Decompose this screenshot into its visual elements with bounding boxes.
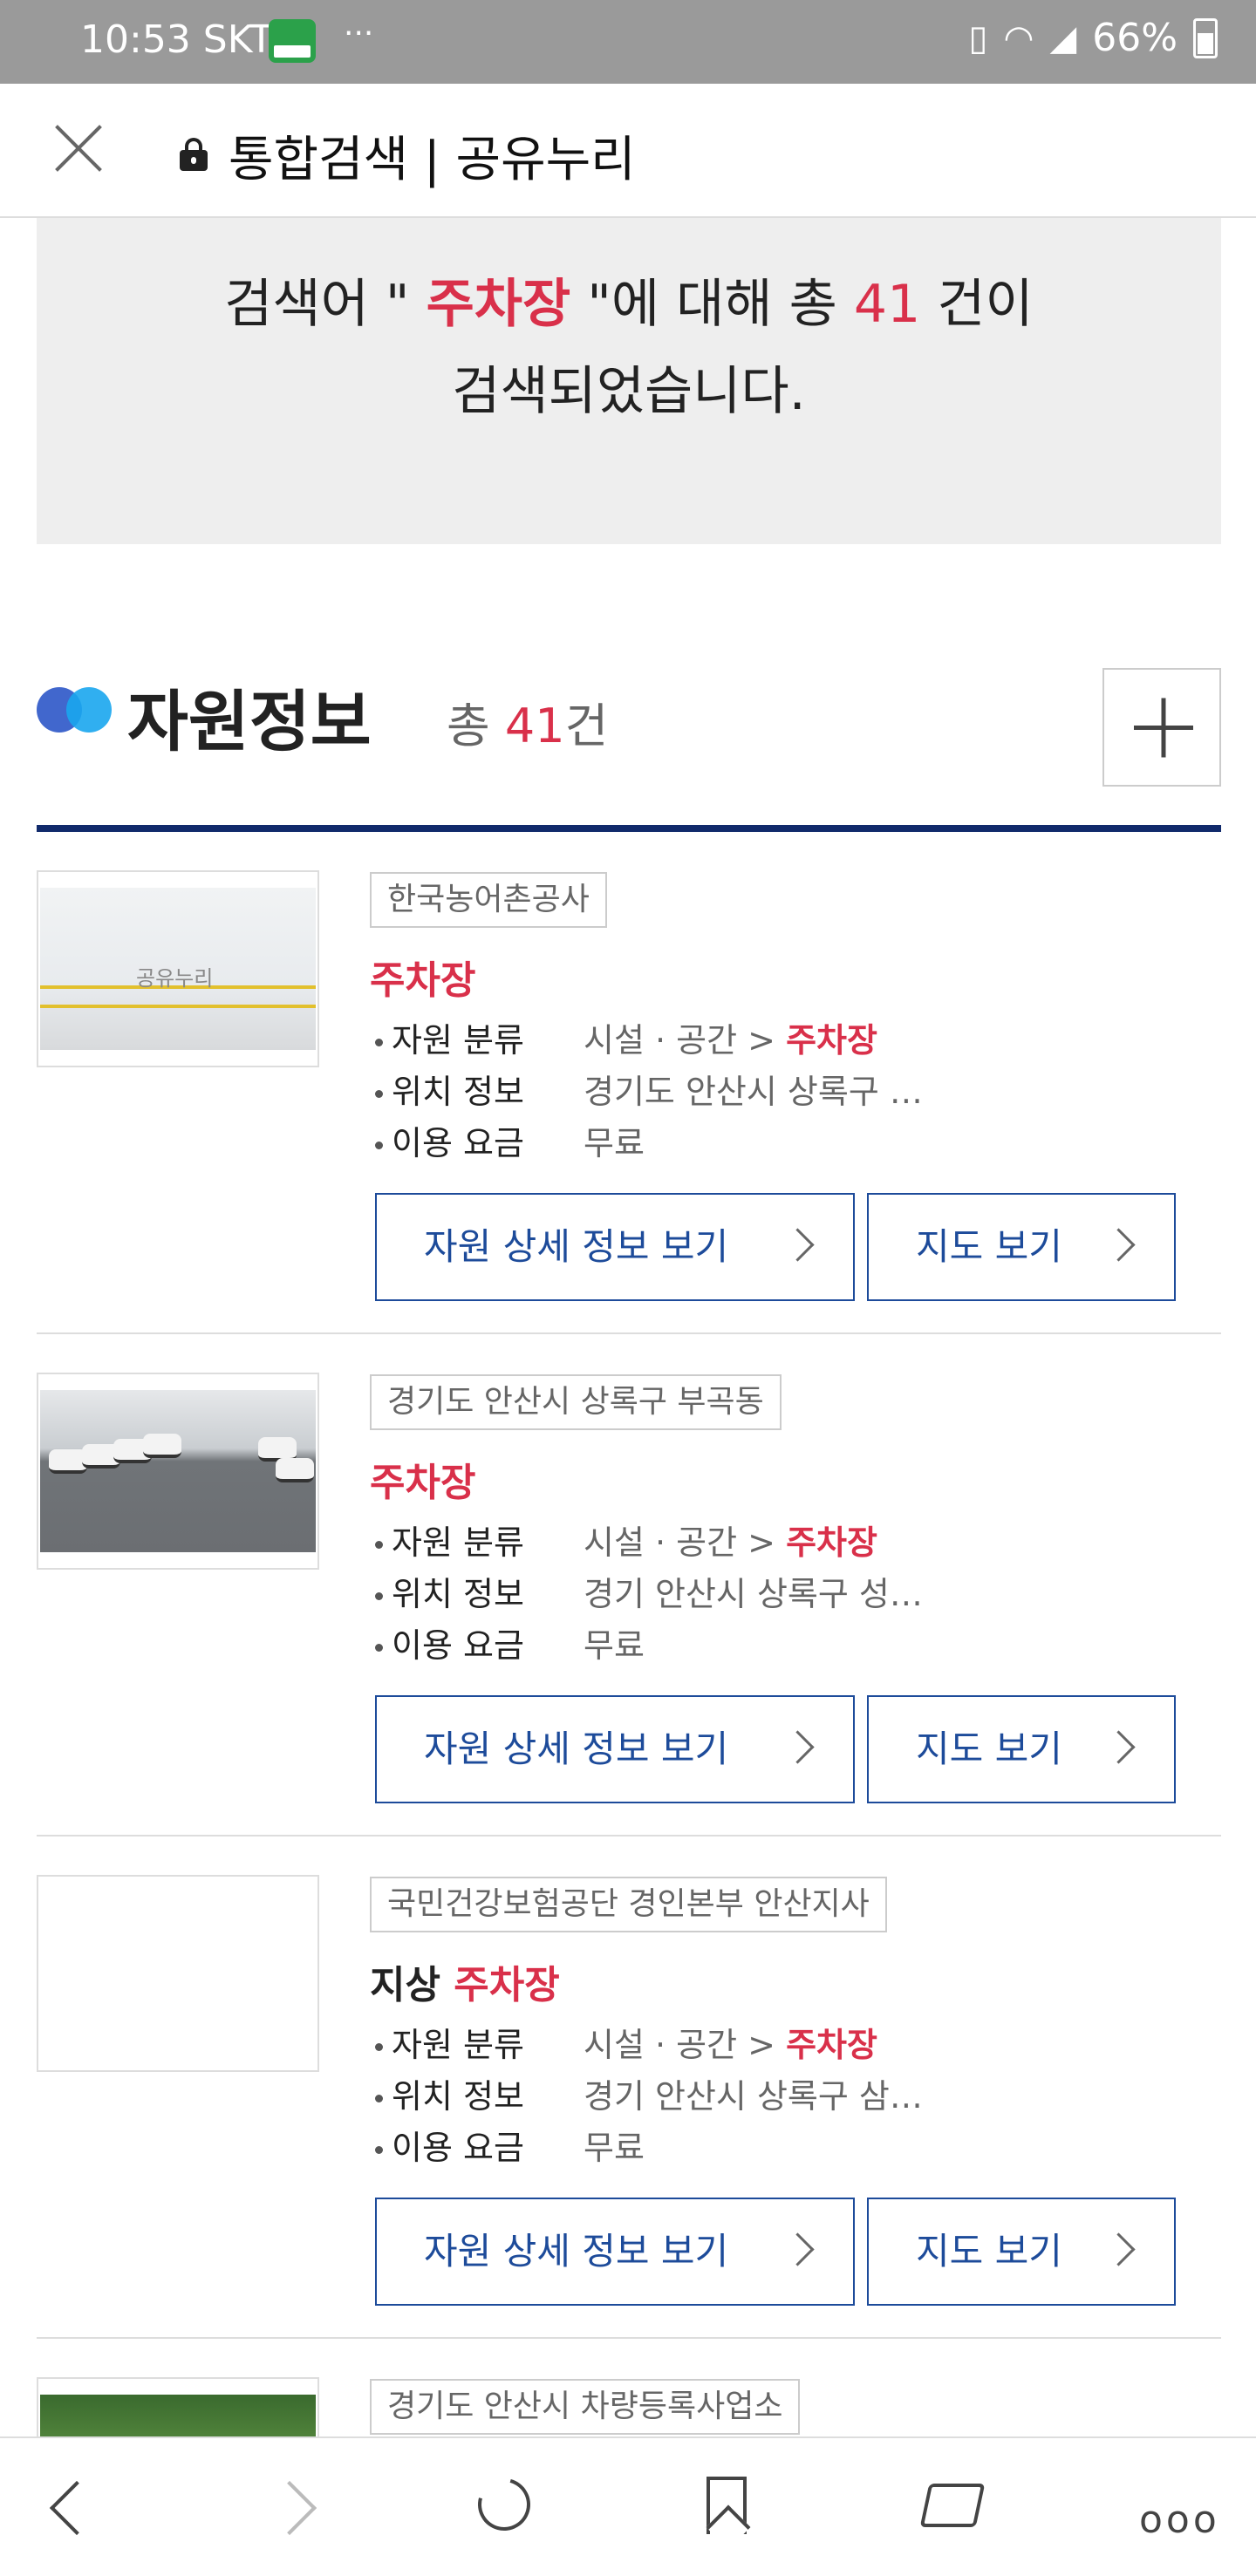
detail-button[interactable]: 자원 상세 정보 보기 — [375, 1193, 855, 1301]
result-card: 경기도 안산시 상록구 부곡동 주차장 자원 분류 시설 · 공간 > 주차장 위… — [37, 1334, 1221, 1837]
detail-button[interactable]: 자원 상세 정보 보기 — [375, 2198, 855, 2306]
result-card: 경기도 안산시 차량등록사업소 — [37, 2339, 1221, 2436]
section-circle-icon-2 — [66, 687, 112, 733]
result-thumbnail[interactable] — [37, 2377, 319, 2436]
result-thumbnail[interactable]: 공유누리 — [37, 870, 319, 1067]
info-category: 자원 분류 시설 · 공간 > 주차장 — [375, 1516, 877, 1564]
search-summary: 검색어 " 주차장 "에 대해 총 41 건이 검색되었습니다. — [37, 218, 1221, 544]
page-title[interactable]: 통합검색 | 공유누리 — [229, 120, 636, 191]
info-fee: 이용 요금 무료 — [375, 1619, 645, 1666]
chevron-right-icon — [1102, 1730, 1136, 1764]
back-icon[interactable] — [35, 2471, 105, 2541]
info-location: 위치 정보 경기 안산시 상록구 성… — [375, 1567, 923, 1615]
close-icon[interactable] — [52, 122, 105, 174]
battery-percent: 66% — [1092, 16, 1178, 60]
more-notifications-icon: ··· — [344, 16, 374, 51]
result-thumbnail[interactable] — [37, 1373, 319, 1570]
bookmark-icon[interactable] — [691, 2471, 761, 2541]
search-keyword: 주차장 — [426, 274, 571, 335]
forward-icon[interactable] — [262, 2471, 331, 2541]
browser-header: 통합검색 | 공유누리 — [0, 84, 1256, 218]
section-count: 총 41건 — [447, 699, 609, 753]
summary-middle: "에 대해 총 — [587, 274, 837, 335]
summary-suffix: 건이 — [937, 274, 1034, 335]
status-bar: 10:53 SKT ··· ▯ ◠ ◢ 66% — [0, 0, 1256, 84]
detail-button[interactable]: 자원 상세 정보 보기 — [375, 1695, 855, 1803]
chevron-right-icon — [1102, 2232, 1136, 2266]
chevron-right-icon — [781, 2232, 815, 2266]
map-button[interactable]: 지도 보기 — [867, 1193, 1176, 1301]
result-thumbnail[interactable] — [37, 1875, 319, 2072]
signal-icon: ◢ — [1049, 17, 1077, 58]
info-category: 자원 분류 시설 · 공간 > 주차장 — [375, 2018, 877, 2066]
info-location: 위치 정보 경기도 안산시 상록구 … — [375, 1065, 923, 1113]
info-location: 위치 정보 경기 안산시 상록구 삼… — [375, 2069, 923, 2117]
result-title[interactable]: 주차장 — [370, 1451, 475, 1507]
org-tag: 경기도 안산시 상록구 부곡동 — [370, 1374, 782, 1430]
thumb-watermark: 공유누리 — [136, 966, 214, 991]
lock-icon — [180, 138, 208, 171]
section-divider — [37, 825, 1221, 832]
tabs-icon[interactable] — [919, 2471, 989, 2541]
status-icons: ▯ ◠ ◢ 66% — [969, 16, 1218, 60]
map-button[interactable]: 지도 보기 — [867, 2198, 1176, 2306]
bottom-nav: ooo — [0, 2436, 1256, 2576]
battery-icon — [1193, 17, 1218, 58]
reload-icon[interactable] — [468, 2469, 540, 2541]
summary-line-2: 검색되었습니다. — [452, 361, 806, 422]
more-menu-icon[interactable]: ooo — [1139, 2471, 1226, 2542]
org-tag: 한국농어촌공사 — [370, 872, 607, 928]
chevron-right-icon — [781, 1730, 815, 1764]
vibrate-icon: ▯ — [968, 17, 988, 58]
result-title[interactable]: 지상 주차장 — [370, 1953, 560, 2009]
status-time: 10:53 SKT — [80, 17, 274, 62]
search-count: 41 — [853, 274, 921, 335]
result-title[interactable]: 주차장 — [370, 949, 475, 1005]
chevron-right-icon — [781, 1228, 815, 1262]
summary-prefix: 검색어 " — [224, 274, 410, 335]
result-card: 국민건강보험공단 경인본부 안산지사 지상 주차장 자원 분류 시설 · 공간 >… — [37, 1837, 1221, 2339]
info-fee: 이용 요금 무료 — [375, 1116, 645, 1164]
chevron-right-icon — [1102, 1228, 1136, 1262]
map-button[interactable]: 지도 보기 — [867, 1695, 1176, 1803]
org-tag: 국민건강보험공단 경인본부 안산지사 — [370, 1877, 887, 1932]
summary-line-1: 검색어 " 주차장 "에 대해 총 41 건이 — [37, 262, 1221, 337]
org-tag: 경기도 안산시 차량등록사업소 — [370, 2379, 801, 2435]
app-notification-icon — [269, 19, 316, 63]
section-header: 자원정보 총 41건 — [37, 663, 1221, 837]
info-fee: 이용 요금 무료 — [375, 2121, 645, 2169]
result-card: 공유누리 한국농어촌공사 주차장 자원 분류 시설 · 공간 > 주차장 위치 정… — [37, 832, 1221, 1334]
info-category: 자원 분류 시설 · 공간 > 주차장 — [375, 1013, 877, 1061]
expand-plus-button[interactable] — [1102, 668, 1221, 787]
section-title: 자원정보 — [127, 683, 372, 760]
wifi-icon: ◠ — [1003, 17, 1034, 58]
